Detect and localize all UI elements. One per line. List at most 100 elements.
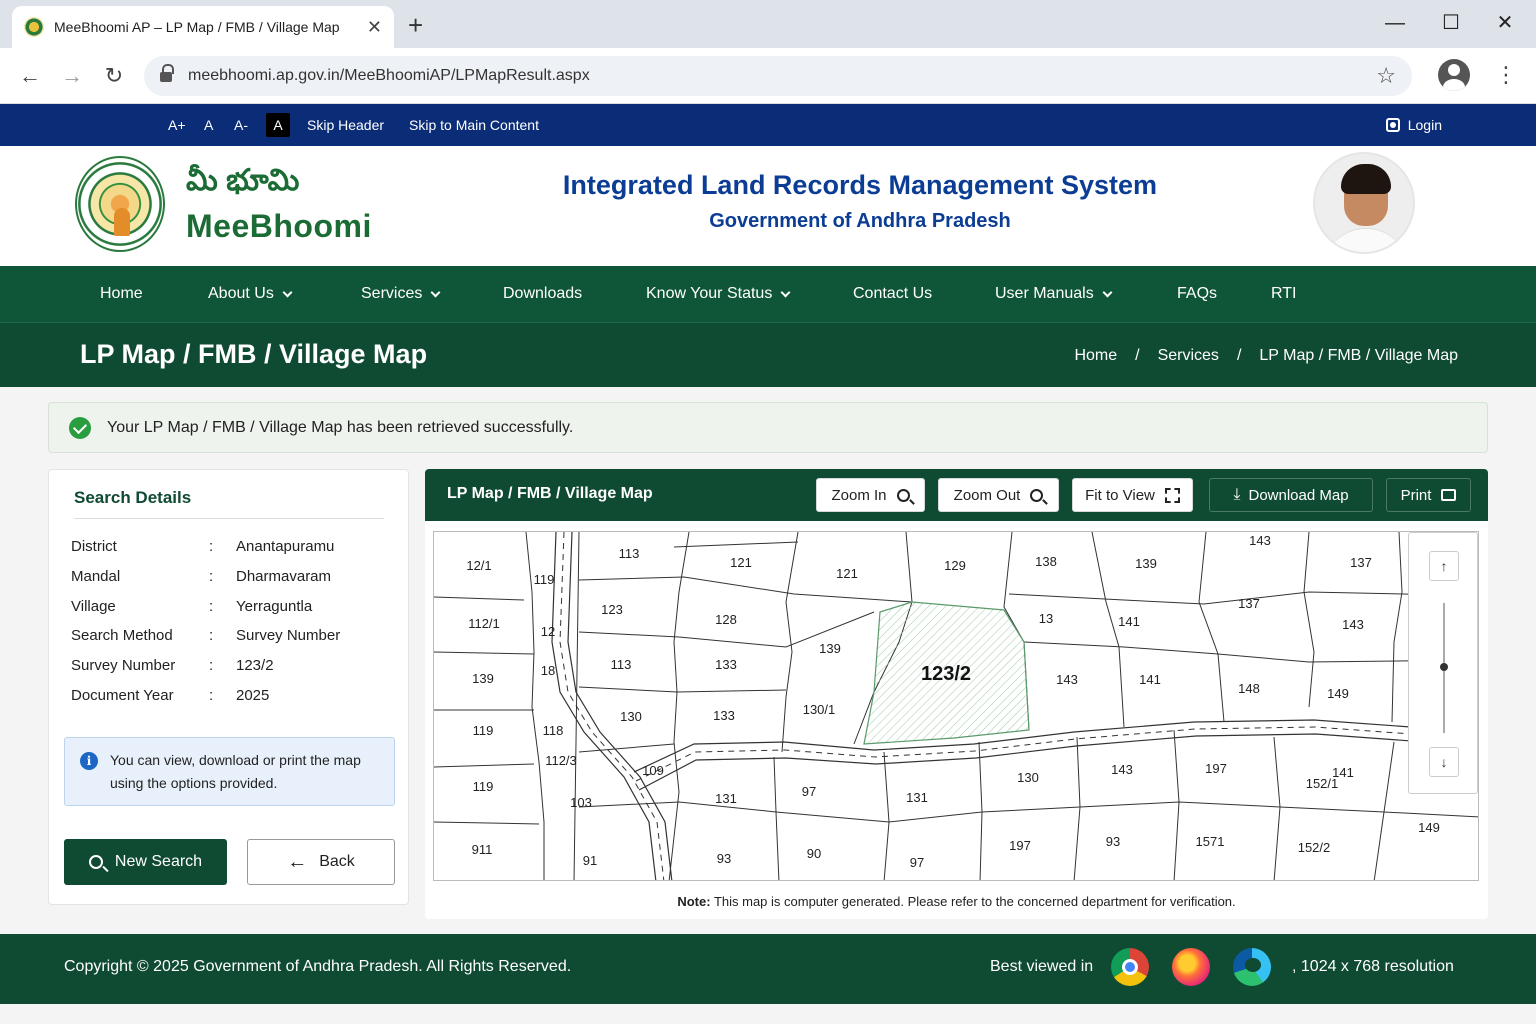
header-title: Integrated Land Records Management Syste… (562, 170, 1158, 200)
browser-tab[interactable]: MeeBhoomi AP – LP Map / FMB / Village Ma… (12, 6, 394, 48)
new-tab-button[interactable]: + (408, 10, 423, 40)
nav-label: About Us (208, 285, 274, 302)
zoom-in-button[interactable]: Zoom In (816, 478, 925, 512)
detail-row-document-year: Document Year : 2025 (71, 687, 391, 707)
detail-colon: : (209, 538, 214, 555)
edge-icon (1233, 948, 1271, 986)
nav-rti[interactable]: RTI (1271, 266, 1296, 322)
browser-toolbar: ← → ↻ meebhoomi.ap.gov.in/MeeBhoomiAP/LP… (0, 48, 1536, 104)
close-window-icon[interactable]: ✕ (1490, 8, 1520, 38)
parcel-label: 91 (583, 853, 597, 868)
parcel-label: 97 (802, 784, 816, 799)
zoom-in-label: Zoom In (831, 486, 887, 504)
zoom-out-button[interactable]: Zoom Out (938, 478, 1059, 512)
browser-menu-icon[interactable]: ⋮ (1494, 58, 1518, 92)
zoom-in-icon (896, 488, 910, 502)
url-text[interactable]: meebhoomi.ap.gov.in/MeeBhoomiAP/LPMapRes… (188, 67, 590, 85)
parcel-label: 141 (1332, 765, 1354, 780)
zoom-knob[interactable] (1440, 663, 1448, 671)
nav-contact-us[interactable]: Contact Us (853, 266, 932, 322)
nav-know-your-status[interactable]: Know Your Status (646, 266, 791, 322)
site-footer: Copyright © 2025 Government of Andhra Pr… (0, 934, 1536, 1004)
arrow-left-icon: ← (287, 850, 308, 873)
parcel-label: 148 (1238, 681, 1260, 696)
breadcrumb-separator: / (1135, 347, 1140, 364)
parcel-label: 152/2 (1298, 840, 1331, 855)
minimize-icon[interactable]: — (1380, 8, 1410, 38)
nav-services[interactable]: Services (361, 266, 441, 322)
font-normal-button[interactable]: A (204, 104, 213, 146)
breadcrumb-home[interactable]: Home (1074, 347, 1117, 365)
font-increase-button[interactable]: A+ (168, 104, 186, 146)
parcel-label: 1571 (1196, 834, 1225, 849)
parcel-label: 12 (541, 624, 555, 639)
nav-about-us[interactable]: About Us (208, 266, 293, 322)
map-canvas[interactable]: 123/2 12/1 119 113 121 121 129 138 139 1… (433, 531, 1479, 881)
nav-label: Services (361, 285, 423, 302)
parcel-label: 137 (1350, 555, 1372, 570)
back-button[interactable]: ← Back (247, 839, 395, 885)
nav-downloads[interactable]: Downloads (503, 266, 582, 322)
divider (74, 518, 384, 519)
parcel-label: 119 (473, 723, 494, 738)
detail-label: District (71, 538, 117, 555)
fit-to-view-button[interactable]: Fit to View (1072, 478, 1193, 512)
nav-label: FAQs (1177, 285, 1218, 302)
close-tab-icon[interactable]: ✕ (367, 17, 382, 38)
search-icon (88, 855, 103, 869)
parcel-label: 119 (534, 572, 555, 587)
address-bar[interactable]: meebhoomi.ap.gov.in/MeeBhoomiAP/LPMapRes… (144, 56, 1412, 96)
back-arrow-icon[interactable]: ← (14, 60, 46, 92)
profile-avatar-icon[interactable] (1438, 59, 1470, 91)
lock-icon[interactable] (160, 64, 174, 83)
parcel-label: 137 (1238, 596, 1260, 611)
login-link[interactable]: Login (1385, 104, 1442, 146)
zoom-down-button[interactable]: ↓ (1429, 747, 1459, 777)
nav-user-manuals[interactable]: User Manuals (995, 266, 1113, 322)
parcel-label: 13 (1039, 611, 1053, 626)
skip-main-link[interactable]: Skip to Main Content (409, 104, 539, 146)
parcel-label: 131 (715, 791, 737, 806)
village-map-svg[interactable]: 123/2 12/1 119 113 121 121 129 138 139 1… (434, 532, 1479, 881)
accessibility-bar: A+ A A- A Skip Header Skip to Main Conte… (0, 104, 1536, 146)
resolution-text: , 1024 x 768 resolution (1292, 958, 1454, 975)
parcel-label: 911 (472, 842, 493, 857)
skip-header-link[interactable]: Skip Header (307, 104, 384, 146)
bookmark-star-icon[interactable]: ☆ (1376, 63, 1396, 89)
print-label: Print (1400, 486, 1432, 504)
info-box: i You can view, download or print the ma… (64, 737, 395, 806)
zoom-out-icon (1030, 488, 1044, 502)
download-map-button[interactable]: ⤓ Download Map (1209, 478, 1373, 512)
login-icon (1385, 118, 1400, 132)
detail-colon: : (209, 627, 214, 644)
detail-colon: : (209, 687, 214, 704)
reload-icon[interactable]: ↻ (98, 60, 130, 92)
detail-value: 123/2 (236, 657, 274, 674)
card-title: Search Details (74, 488, 192, 507)
parcel-label: 141 (1118, 614, 1140, 629)
detail-row-search-method: Search Method : Survey Number (71, 627, 391, 647)
forward-arrow-icon[interactable]: → (56, 60, 88, 92)
breadcrumb-separator: / (1236, 347, 1242, 364)
parcel-label: 197 (1205, 761, 1227, 776)
parcel-label: 130 (620, 709, 642, 724)
chrome-icon (1111, 948, 1149, 986)
firefox-icon (1172, 948, 1210, 986)
zoom-up-button[interactable]: ↑ (1429, 551, 1459, 581)
detail-label: Mandal (71, 568, 121, 585)
print-button[interactable]: Print (1386, 478, 1471, 512)
nav-home[interactable]: Home (100, 266, 143, 322)
zoom-out-label: Zoom Out (953, 486, 1021, 504)
parcel-label: 143 (1249, 533, 1271, 548)
parcel-label: 139 (819, 641, 841, 656)
parcel-label: 112/1 (468, 616, 500, 631)
parcel-label: 149 (1418, 820, 1440, 835)
new-search-button[interactable]: New Search (64, 839, 227, 885)
dark-mode-button[interactable]: A (266, 113, 290, 137)
detail-value: 2025 (236, 687, 270, 704)
nav-faqs[interactable]: FAQs (1177, 266, 1217, 322)
font-decrease-button[interactable]: A- (234, 104, 248, 146)
breadcrumb-services[interactable]: Services (1158, 347, 1219, 365)
highlighted-parcel-label: 123/2 (921, 663, 971, 685)
maximize-icon[interactable]: ☐ (1436, 8, 1466, 38)
